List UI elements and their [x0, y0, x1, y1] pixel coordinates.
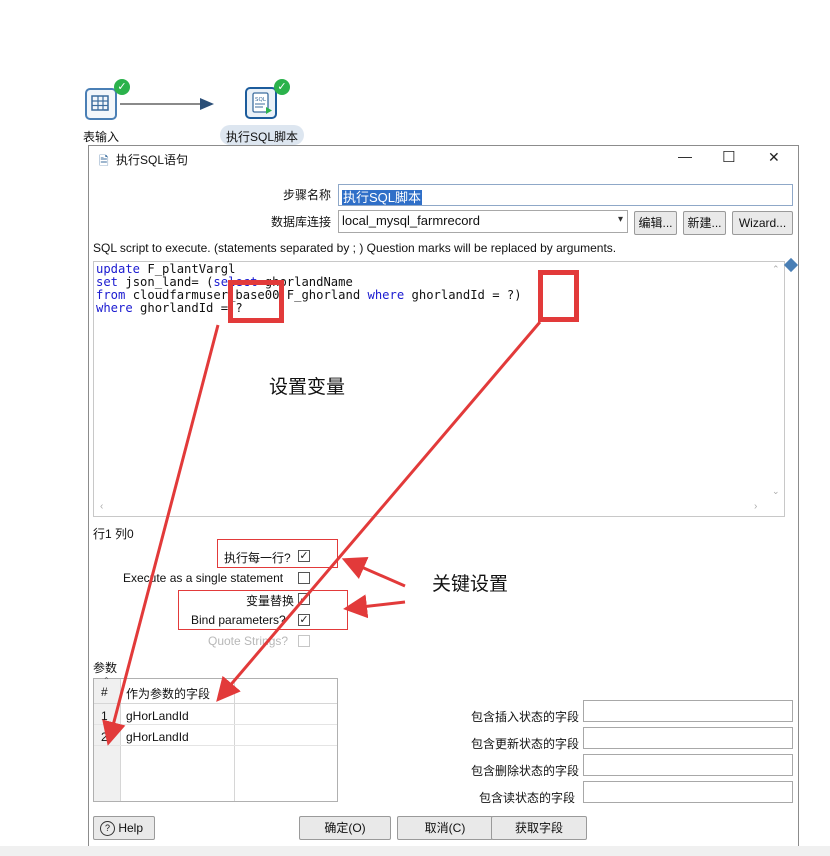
- arrow-to-each-row: [341, 557, 406, 588]
- arrow-to-param-row-2: [102, 324, 220, 746]
- arrow-to-param-row-1: [216, 321, 542, 702]
- annotation-arrows: [102, 321, 542, 746]
- arrow-to-bind: [343, 594, 406, 619]
